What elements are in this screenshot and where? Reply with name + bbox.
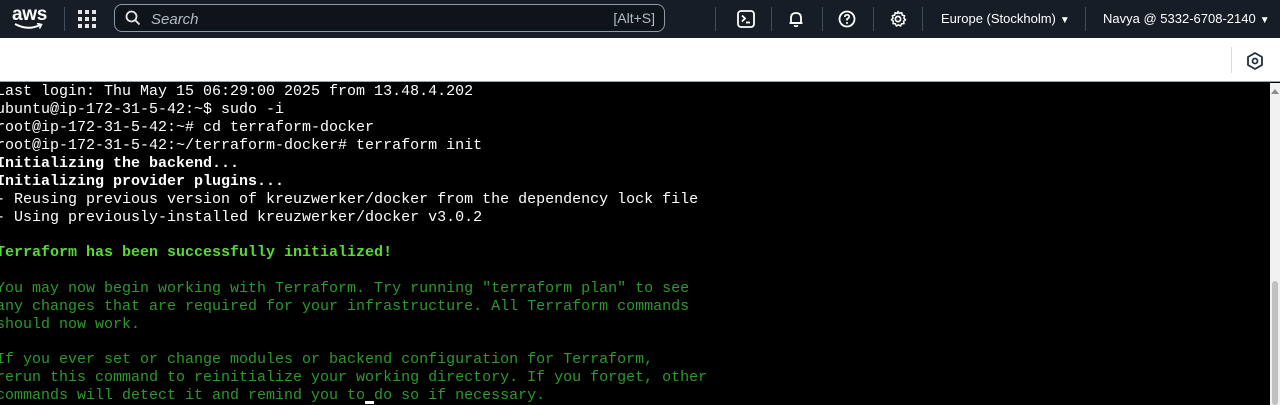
terminal-line: root@ip-172-31-5-42:~/terraform-docker# … (0, 137, 483, 154)
nav-divider (822, 7, 823, 31)
toolbar-divider (1231, 47, 1232, 73)
terminal-success-line: Terraform has been successfully initiali… (0, 244, 393, 261)
scroll-up-arrow-icon[interactable] (1271, 89, 1279, 94)
top-navigation-bar: aws [Alt+S] (0, 0, 1280, 38)
bell-icon[interactable] (785, 8, 807, 30)
terminal-line: Initializing the backend... (0, 155, 240, 172)
terminal-info-line: commands will detect it and remind you t… (0, 387, 546, 404)
region-selector[interactable]: Europe (Stockholm) ▼ (941, 11, 1070, 26)
chevron-down-icon: ▼ (1059, 15, 1070, 26)
nav-divider (64, 7, 65, 31)
terminal-scrollbar[interactable] (1270, 83, 1280, 405)
search-shortcut-hint: [Alt+S] (613, 10, 655, 26)
terminal-line: - Reusing previous version of kreuzwerke… (0, 191, 699, 208)
terminal-info-line: rerun this command to reinitialize your … (0, 369, 708, 386)
terminal-info-line: If you ever set or change modules or bac… (0, 351, 654, 368)
terminal-line: Initializing provider plugins... (0, 173, 285, 190)
nav-divider (715, 7, 716, 31)
terminal-line: ubuntu@ip-172-31-5-42:~$ sudo -i (0, 101, 285, 118)
search-box[interactable]: [Alt+S] (114, 4, 665, 32)
search-icon (125, 10, 141, 26)
cloudshell-icon[interactable] (735, 8, 757, 30)
terminal-info-line: any changes that are required for your i… (0, 298, 690, 315)
services-grid-icon[interactable] (78, 10, 96, 28)
search-input[interactable] (149, 8, 573, 30)
region-label: Europe (Stockholm) (941, 11, 1056, 26)
terminal-line: root@ip-172-31-5-42:~# cd terraform-dock… (0, 119, 375, 136)
chevron-down-icon: ▼ (1259, 15, 1270, 26)
aws-logo[interactable]: aws (12, 3, 48, 33)
nav-divider (922, 7, 923, 31)
terminal-info-line: You may now begin working with Terraform… (0, 280, 690, 297)
settings-icon[interactable] (887, 8, 909, 30)
scrollbar-thumb[interactable] (1272, 281, 1278, 405)
terminal-cursor (365, 401, 374, 404)
terminal-info-line: should now work. (0, 316, 141, 333)
aws-smile-icon (14, 23, 43, 29)
cloudshell-toolbar (0, 38, 1280, 82)
hexagon-settings-icon[interactable] (1247, 52, 1263, 70)
account-label: Navya @ 5332-6708-2140 (1103, 11, 1256, 26)
nav-divider (873, 7, 874, 31)
nav-divider (771, 7, 772, 31)
terminal-line: - Using previously-installed kreuzwerker… (0, 209, 483, 226)
terminal-line: Last login: Thu May 15 06:29:00 2025 fro… (0, 83, 474, 100)
nav-divider (1085, 7, 1086, 31)
help-icon[interactable] (836, 8, 858, 30)
account-menu[interactable]: Navya @ 5332-6708-2140 ▼ (1103, 11, 1270, 26)
terminal-output[interactable]: Last login: Thu May 15 06:29:00 2025 fro… (0, 83, 1270, 405)
